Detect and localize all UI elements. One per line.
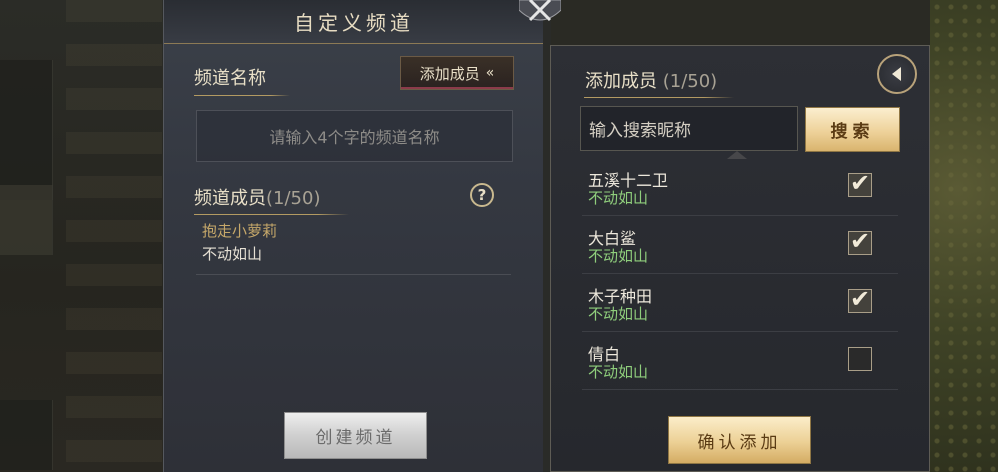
check-icon: ✔ [850,285,871,313]
add-members-label: 添加成员 [419,64,480,83]
label-underline [584,97,734,98]
label-underline [194,214,349,215]
background-messages [66,0,162,472]
member-tag: 不动如山 [588,247,649,265]
back-arrow-icon [892,67,901,81]
double-chevron-left-icon: « [485,65,495,81]
list-item[interactable]: 倩白 不动如山 [582,331,898,390]
member-name: 抱走小萝莉 [202,222,278,240]
search-placeholder: 输入搜索昵称 [589,121,691,141]
check-icon: ✔ [850,169,871,197]
search-button-label: 搜索 [830,122,875,142]
confirm-add-button[interactable]: 确认添加 [668,416,811,464]
add-members-button[interactable]: 添加成员 « [400,56,514,90]
check-icon: ✔ [850,227,871,255]
channel-name-label: 频道名称 [194,68,266,89]
member-list[interactable]: 五溪十二卫 不动如山 ✔ 大白鲨 不动如山 ✔ 木子种田 不动如山 ✔ 倩白 不… [582,157,898,409]
member-tag: 不动如山 [588,305,649,323]
title-bar: 自定义频道 [164,0,544,44]
help-icon[interactable]: ? [470,183,494,207]
list-item[interactable]: 大白鲨 不动如山 ✔ [582,215,898,274]
search-button[interactable]: 搜索 [805,107,900,152]
member-checkbox[interactable]: ✔ [848,285,872,313]
search-nickname-input[interactable]: 输入搜索昵称 [580,106,798,151]
member-tag: 不动如山 [588,363,649,381]
member-checkbox[interactable]: ✔ [848,227,872,255]
channel-name-input[interactable]: 请输入4个字的频道名称 [196,110,513,162]
list-item[interactable]: 木子种田 不动如山 ✔ [582,273,898,332]
custom-channel-panel: 自定义频道 频道名称 添加成员 « 请输入4个字的频道名称 频道成员(1/50)… [163,0,544,472]
member-tag: 不动如山 [588,189,649,207]
list-item[interactable]: 五溪十二卫 不动如山 ✔ [582,157,898,216]
add-members-title: 添加成员 (1/50) [585,71,718,92]
list-item[interactable] [582,389,898,409]
member-checkbox[interactable]: ✔ [848,169,872,197]
create-channel-button[interactable]: 创建频道 [284,412,427,459]
channel-member-item: 抱走小萝莉 不动如山 [202,220,502,264]
divider [196,274,511,275]
background-map [930,0,998,472]
panel-title: 自定义频道 [294,11,414,35]
label-underline [194,95,290,96]
member-checkbox[interactable] [848,347,872,371]
member-tag: 不动如山 [202,245,263,263]
background-tab [0,400,53,470]
close-icon[interactable] [519,0,561,24]
channel-members-label: 频道成员(1/50) [194,188,321,209]
background-tab [0,60,53,130]
channel-name-placeholder: 请输入4个字的频道名称 [269,128,440,147]
background-chat-panel [0,0,165,472]
background-tab [0,185,53,255]
create-channel-label: 创建频道 [315,428,396,448]
back-button[interactable] [877,54,917,94]
confirm-add-label: 确认添加 [697,432,782,453]
